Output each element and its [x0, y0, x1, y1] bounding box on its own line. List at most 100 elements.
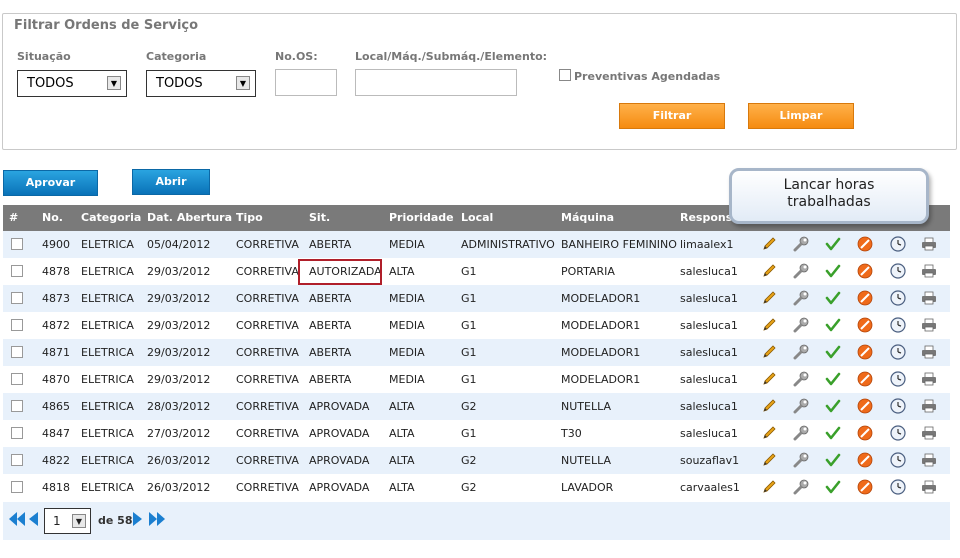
last-page-icon[interactable]	[147, 510, 167, 528]
clock-icon[interactable]	[890, 344, 906, 360]
cancel-icon[interactable]	[857, 452, 873, 468]
next-page-icon[interactable]	[132, 510, 144, 528]
wrench-icon[interactable]	[793, 344, 809, 360]
table-row[interactable]: 4822 ELETRICA 26/03/2012 CORRETIVA APROVADA A…	[3, 447, 950, 474]
row-checkbox[interactable]	[11, 427, 23, 439]
print-icon[interactable]	[921, 317, 937, 333]
cancel-icon[interactable]	[857, 479, 873, 495]
edit-pencil-icon[interactable]	[761, 317, 777, 333]
approve-check-icon[interactable]	[825, 263, 841, 279]
edit-pencil-icon[interactable]	[761, 290, 777, 306]
edit-pencil-icon[interactable]	[761, 425, 777, 441]
wrench-icon[interactable]	[793, 317, 809, 333]
approve-check-icon[interactable]	[825, 371, 841, 387]
header-no[interactable]: No.	[42, 211, 63, 224]
edit-pencil-icon[interactable]	[761, 479, 777, 495]
wrench-icon[interactable]	[793, 263, 809, 279]
clock-icon[interactable]	[890, 398, 906, 414]
cancel-icon[interactable]	[857, 398, 873, 414]
clock-icon[interactable]	[890, 425, 906, 441]
print-icon[interactable]	[921, 290, 937, 306]
print-icon[interactable]	[921, 344, 937, 360]
preventivas-option[interactable]: Preventivas Agendadas	[559, 69, 720, 83]
cancel-icon[interactable]	[857, 344, 873, 360]
abrir-button[interactable]: Abrir	[132, 169, 210, 195]
table-row[interactable]: 4873 ELETRICA 29/03/2012 CORRETIVA ABERTA MED…	[3, 285, 950, 312]
wrench-icon[interactable]	[793, 425, 809, 441]
filtrar-button[interactable]: Filtrar	[619, 103, 725, 129]
header-categoria[interactable]: Categoria	[81, 211, 141, 224]
row-checkbox[interactable]	[11, 373, 23, 385]
table-row[interactable]: 4900 ELETRICA 05/04/2012 CORRETIVA ABERTA MED…	[3, 231, 950, 258]
wrench-icon[interactable]	[793, 479, 809, 495]
chevron-down-icon[interactable]: ▼	[236, 76, 250, 90]
edit-pencil-icon[interactable]	[761, 398, 777, 414]
categoria-select[interactable]: TODOS ▼	[146, 70, 256, 97]
first-page-icon[interactable]	[7, 510, 27, 528]
local-input[interactable]	[355, 69, 517, 96]
header-local[interactable]: Local	[461, 211, 493, 224]
chevron-down-icon[interactable]: ▼	[72, 514, 86, 528]
table-row[interactable]: 4878 ELETRICA 29/03/2012 CORRETIVA AUTORIZAD…	[3, 258, 950, 285]
clock-icon[interactable]	[890, 371, 906, 387]
table-row[interactable]: 4818 ELETRICA 26/03/2012 CORRETIVA APROVADA A…	[3, 474, 950, 501]
clock-icon[interactable]	[890, 452, 906, 468]
table-row[interactable]: 4872 ELETRICA 29/03/2012 CORRETIVA ABERTA MED…	[3, 312, 950, 339]
aprovar-button[interactable]: Aprovar	[3, 170, 98, 196]
header-dat-abertura[interactable]: Dat. Abertura	[147, 211, 232, 224]
row-checkbox[interactable]	[11, 400, 23, 412]
situacao-select[interactable]: TODOS ▼	[17, 70, 127, 97]
wrench-icon[interactable]	[793, 236, 809, 252]
cancel-icon[interactable]	[857, 263, 873, 279]
approve-check-icon[interactable]	[825, 398, 841, 414]
wrench-icon[interactable]	[793, 398, 809, 414]
prev-page-icon[interactable]	[27, 510, 39, 528]
chevron-down-icon[interactable]: ▼	[107, 76, 121, 90]
header-maquina[interactable]: Máquina	[561, 211, 614, 224]
clock-icon[interactable]	[890, 317, 906, 333]
cancel-icon[interactable]	[857, 371, 873, 387]
row-checkbox[interactable]	[11, 481, 23, 493]
row-checkbox[interactable]	[11, 238, 23, 250]
wrench-icon[interactable]	[793, 371, 809, 387]
edit-pencil-icon[interactable]	[761, 263, 777, 279]
clock-icon[interactable]	[890, 236, 906, 252]
table-row[interactable]: 4865 ELETRICA 28/03/2012 CORRETIVA APROVADA A…	[3, 393, 950, 420]
clock-icon[interactable]	[890, 290, 906, 306]
print-icon[interactable]	[921, 263, 937, 279]
wrench-icon[interactable]	[793, 452, 809, 468]
wrench-icon[interactable]	[793, 290, 809, 306]
edit-pencil-icon[interactable]	[761, 452, 777, 468]
approve-check-icon[interactable]	[825, 290, 841, 306]
approve-check-icon[interactable]	[825, 479, 841, 495]
clock-icon[interactable]	[890, 479, 906, 495]
edit-pencil-icon[interactable]	[761, 344, 777, 360]
print-icon[interactable]	[921, 425, 937, 441]
print-icon[interactable]	[921, 479, 937, 495]
header-tipo[interactable]: Tipo	[236, 211, 263, 224]
edit-pencil-icon[interactable]	[761, 236, 777, 252]
preventivas-checkbox[interactable]	[559, 69, 571, 81]
print-icon[interactable]	[921, 371, 937, 387]
print-icon[interactable]	[921, 398, 937, 414]
table-row[interactable]: 4847 ELETRICA 27/03/2012 CORRETIVA APROVADA A…	[3, 420, 950, 447]
print-icon[interactable]	[921, 236, 937, 252]
limpar-button[interactable]: Limpar	[748, 103, 854, 129]
table-row[interactable]: 4871 ELETRICA 29/03/2012 CORRETIVA ABERTA MED…	[3, 339, 950, 366]
clock-icon[interactable]	[890, 263, 906, 279]
cancel-icon[interactable]	[857, 425, 873, 441]
row-checkbox[interactable]	[11, 454, 23, 466]
table-row[interactable]: 4870 ELETRICA 29/03/2012 CORRETIVA ABERTA MED…	[3, 366, 950, 393]
cancel-icon[interactable]	[857, 236, 873, 252]
header-prioridade[interactable]: Prioridade	[389, 211, 454, 224]
approve-check-icon[interactable]	[825, 236, 841, 252]
edit-pencil-icon[interactable]	[761, 371, 777, 387]
cancel-icon[interactable]	[857, 317, 873, 333]
row-checkbox[interactable]	[11, 292, 23, 304]
page-select[interactable]: 1 ▼	[44, 508, 91, 534]
row-checkbox[interactable]	[11, 346, 23, 358]
row-checkbox[interactable]	[11, 265, 23, 277]
approve-check-icon[interactable]	[825, 317, 841, 333]
approve-check-icon[interactable]	[825, 425, 841, 441]
row-checkbox[interactable]	[11, 319, 23, 331]
